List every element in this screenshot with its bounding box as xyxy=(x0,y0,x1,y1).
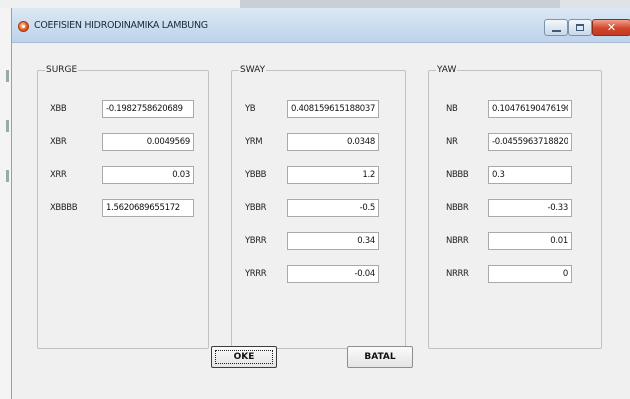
coefficient-label: YBBB xyxy=(245,170,267,180)
yaw-group: YAW NB NR NBBB NBBR NBRR NRRR xyxy=(428,65,602,349)
coefficient-label: NRRR xyxy=(446,269,469,279)
yrrr-input[interactable] xyxy=(287,265,379,283)
coefficient-label: YRRR xyxy=(245,269,267,279)
coefficient-row-ybbr: YBBR xyxy=(245,199,402,217)
coefficient-row-yb: YB xyxy=(245,100,402,118)
coefficient-row-nrrr: NRRR xyxy=(446,265,598,283)
yaw-group-title: YAW xyxy=(437,65,457,75)
coefficient-row-nbbb: NBBB xyxy=(446,166,598,184)
coefficient-label: XBR xyxy=(50,137,67,147)
nbbb-input[interactable] xyxy=(488,166,572,184)
background-window-strip-right xyxy=(560,0,630,8)
coefficient-row-nbbr: NBBR xyxy=(446,199,598,217)
ybrr-input[interactable] xyxy=(287,232,379,250)
nbrr-input[interactable] xyxy=(488,232,572,250)
xbr-input[interactable] xyxy=(102,133,194,151)
background-edge-mark xyxy=(6,120,9,132)
window-title: COEFISIEN HIDRODINAMIKA LAMBUNG xyxy=(34,20,208,31)
surge-group: SURGE XBB XBR XRR XBBBB xyxy=(37,65,209,349)
coefficient-row-nb: NB xyxy=(446,100,598,118)
coefficient-row-nr: NR xyxy=(446,133,598,151)
maximize-button[interactable] xyxy=(568,19,592,36)
nrrr-input[interactable] xyxy=(488,265,572,283)
nb-input[interactable] xyxy=(488,100,572,118)
coefficient-row-xrr: XRR xyxy=(50,166,205,184)
coefficient-label: XBB xyxy=(50,104,67,114)
coefficient-label: XBBBB xyxy=(50,203,78,213)
coefficient-row-ybrr: YBRR xyxy=(245,232,402,250)
coefficient-row-yrm: YRM xyxy=(245,133,402,151)
coefficient-label: YRM xyxy=(245,137,263,147)
coefficient-row-yrrr: YRRR xyxy=(245,265,402,283)
background-edge-mark xyxy=(6,170,9,182)
xrr-input[interactable] xyxy=(102,166,194,184)
coefficient-label: YBRR xyxy=(245,236,267,246)
yrm-input[interactable] xyxy=(287,133,379,151)
ybbb-input[interactable] xyxy=(287,166,379,184)
background-window-strip xyxy=(240,0,560,8)
coefficient-label: NBBB xyxy=(446,170,469,180)
maximize-icon xyxy=(576,24,584,31)
coefficient-row-xbr: XBR xyxy=(50,133,205,151)
app-icon xyxy=(18,21,29,32)
minimize-icon xyxy=(551,29,561,32)
coefficient-label: NR xyxy=(446,137,458,147)
minimize-button[interactable] xyxy=(544,19,568,36)
coefficient-label: XRR xyxy=(50,170,67,180)
nbbr-input[interactable] xyxy=(488,199,572,217)
coefficient-row-xbb: XBB xyxy=(50,100,205,118)
coefficient-label: YB xyxy=(245,104,256,114)
cancel-button[interactable]: BATAL xyxy=(347,346,413,368)
xbbbb-input[interactable] xyxy=(102,199,194,217)
title-bar[interactable]: COEFISIEN HIDRODINAMIKA LAMBUNG ✕ xyxy=(12,8,630,43)
coefficient-row-ybbb: YBBB xyxy=(245,166,402,184)
ybbr-input[interactable] xyxy=(287,199,379,217)
sway-group: SWAY YB YRM YBBB YBBR YBRR YRR xyxy=(231,65,406,349)
coefficient-row-xbbbb: XBBBB xyxy=(50,199,205,217)
coefficient-dialog: COEFISIEN HIDRODINAMIKA LAMBUNG ✕ SURGE … xyxy=(11,8,630,399)
sway-group-title: SWAY xyxy=(240,65,266,75)
coefficient-label: NB xyxy=(446,104,458,114)
xbb-input[interactable] xyxy=(102,100,194,118)
desktop-background-top xyxy=(0,0,630,8)
dialog-client-area: SURGE XBB XBR XRR XBBBB SWAY YB xyxy=(12,43,630,399)
coefficient-label: NBBR xyxy=(446,203,469,213)
focus-indicator xyxy=(215,350,273,364)
surge-group-title: SURGE xyxy=(46,65,78,75)
coefficient-label: YBBR xyxy=(245,203,267,213)
close-button[interactable]: ✕ xyxy=(592,19,630,36)
cancel-button-label: BATAL xyxy=(364,352,396,362)
coefficient-label: NBRR xyxy=(446,236,469,246)
ok-button[interactable]: OKE xyxy=(211,346,277,368)
coefficient-row-nbrr: NBRR xyxy=(446,232,598,250)
yb-input[interactable] xyxy=(287,100,379,118)
desktop-background-left xyxy=(0,8,11,399)
nr-input[interactable] xyxy=(488,133,572,151)
close-icon: ✕ xyxy=(606,21,617,34)
background-edge-mark xyxy=(6,70,9,82)
